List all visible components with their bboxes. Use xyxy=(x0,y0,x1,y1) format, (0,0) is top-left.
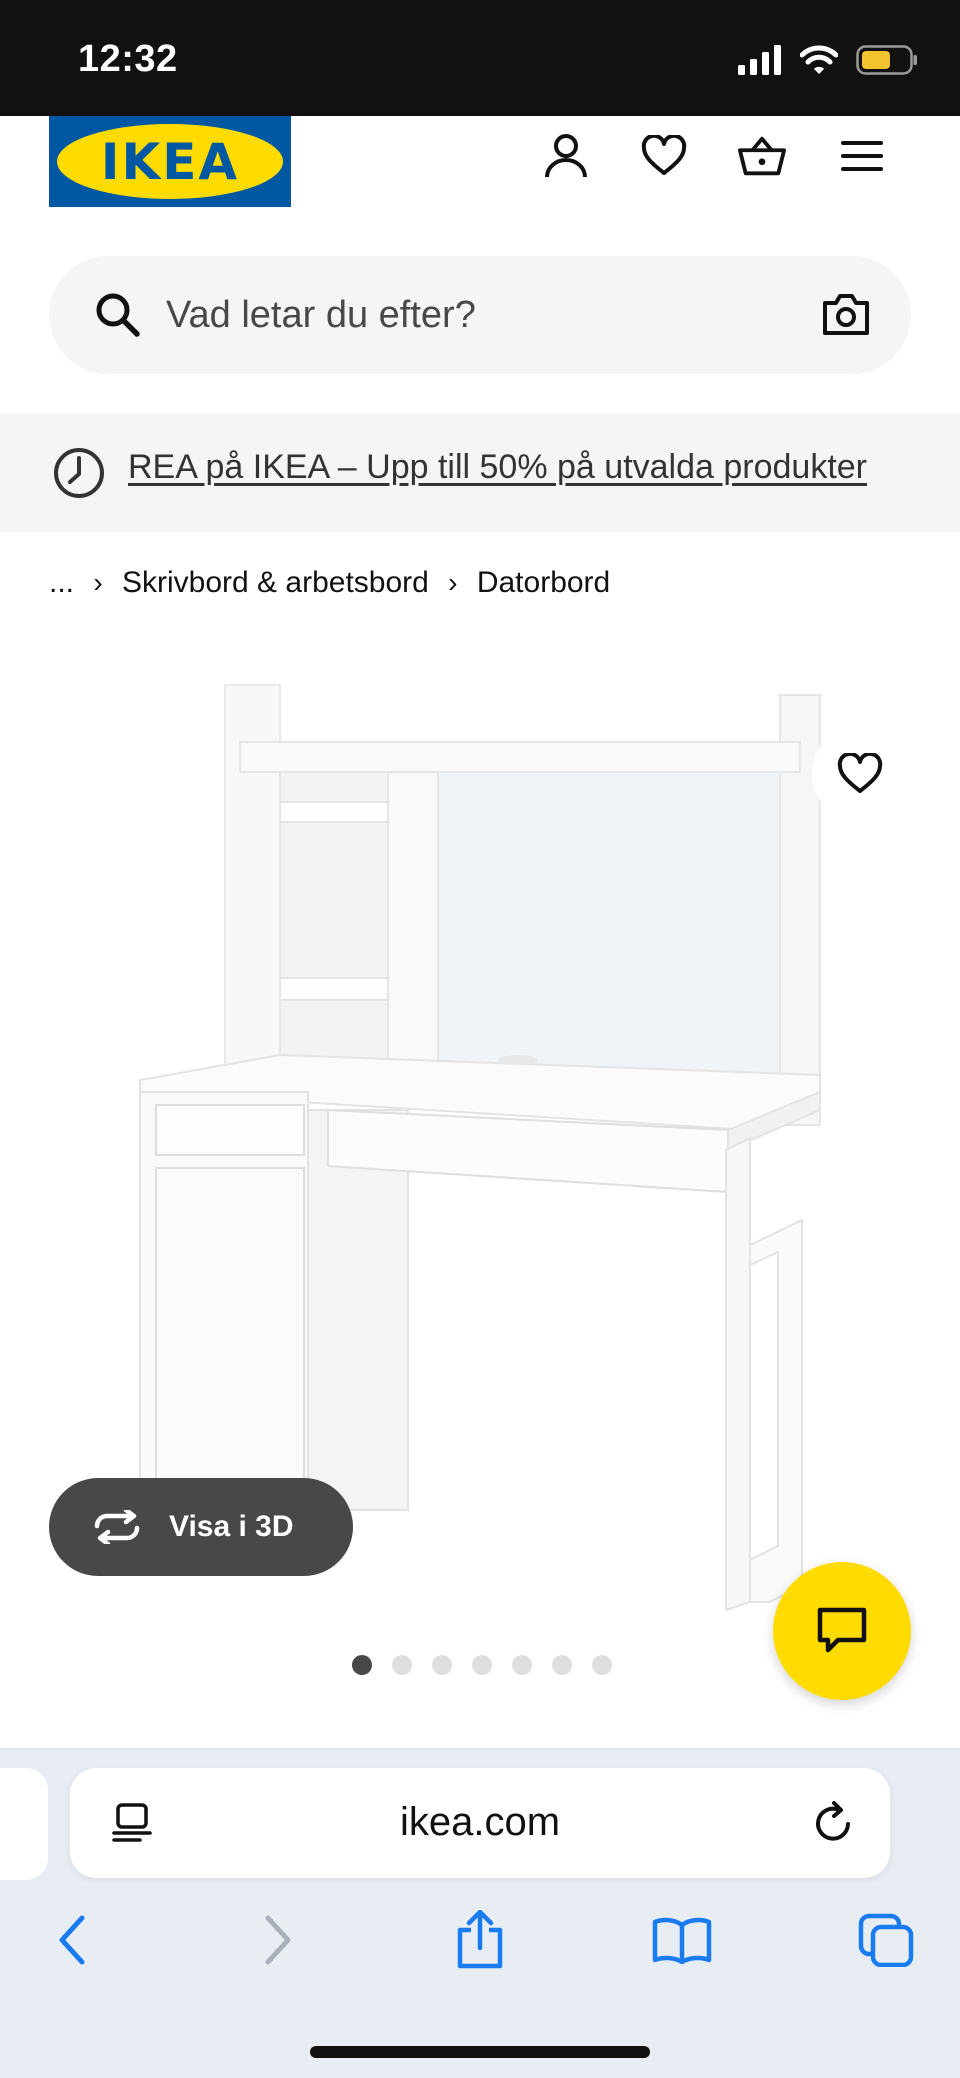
carousel-dot[interactable] xyxy=(392,1655,412,1675)
carousel-dot[interactable] xyxy=(352,1655,372,1675)
carousel-dot[interactable] xyxy=(472,1655,492,1675)
view-in-3d-button[interactable]: Visa i 3D xyxy=(49,1478,353,1576)
carousel-dot[interactable] xyxy=(512,1655,532,1675)
wifi-icon xyxy=(800,45,838,74)
profile-button[interactable] xyxy=(542,132,590,180)
promo-link[interactable]: REA på IKEA – Upp till 50% på utvalda pr… xyxy=(128,448,867,487)
carousel-dot[interactable] xyxy=(552,1655,572,1675)
hamburger-menu-icon xyxy=(841,141,883,171)
chevron-right-icon: › xyxy=(93,567,103,598)
carousel-dot[interactable] xyxy=(432,1655,452,1675)
breadcrumb-ellipsis[interactable]: ... xyxy=(49,566,74,600)
shopping-bag-button[interactable] xyxy=(738,132,786,180)
forward-button[interactable] xyxy=(248,1910,308,1970)
chevron-right-icon: › xyxy=(448,567,458,598)
status-icons xyxy=(738,42,918,78)
carousel-dot[interactable] xyxy=(592,1655,612,1675)
logo-text: IKEA xyxy=(100,132,240,191)
clock-icon xyxy=(54,448,104,498)
url-text: ikea.com xyxy=(399,1800,561,1844)
back-button[interactable] xyxy=(42,1910,102,1970)
search-input[interactable] xyxy=(166,288,726,342)
favourites-button[interactable] xyxy=(640,132,688,180)
reload-icon[interactable] xyxy=(810,1800,856,1846)
share-icon xyxy=(457,1910,503,1969)
basket-icon xyxy=(738,136,786,176)
chevron-left-icon xyxy=(59,1915,85,1965)
search-bar[interactable] xyxy=(49,256,911,374)
chevron-right-icon xyxy=(265,1915,291,1965)
breadcrumb-item-computer-desks[interactable]: Datorbord xyxy=(477,566,610,600)
previous-tab-preview[interactable] xyxy=(0,1768,48,1880)
product-favourite-button[interactable] xyxy=(812,726,908,822)
breadcrumb-item-desks[interactable]: Skrivbord & arbetsbord xyxy=(122,566,429,600)
share-button[interactable] xyxy=(450,1910,510,1970)
person-icon xyxy=(545,134,587,178)
logo-oval: IKEA xyxy=(57,124,283,199)
cellular-signal-icon xyxy=(738,45,781,75)
breadcrumb: ... › Skrivbord & arbetsbord › Datorbord xyxy=(49,563,610,603)
heart-icon xyxy=(641,135,687,175)
rotate-3d-icon xyxy=(94,1510,140,1544)
home-indicator[interactable] xyxy=(310,2046,650,2058)
view-in-3d-label: Visa i 3D xyxy=(169,1510,294,1543)
heart-icon xyxy=(837,753,883,793)
chat-button[interactable] xyxy=(773,1562,911,1700)
search-icon xyxy=(96,293,140,337)
tabs-icon xyxy=(858,1913,914,1967)
camera-icon[interactable] xyxy=(821,291,871,339)
tabs-button[interactable] xyxy=(856,1910,916,1970)
menu-button[interactable] xyxy=(838,132,886,180)
status-bar: 12:32 xyxy=(0,0,960,116)
ikea-logo[interactable]: IKEA xyxy=(49,116,291,207)
battery-icon xyxy=(856,45,917,75)
image-carousel-indicator xyxy=(352,1655,612,1675)
status-time: 12:32 xyxy=(78,38,178,80)
bookmarks-button[interactable] xyxy=(652,1910,712,1970)
chat-bubble-icon xyxy=(817,1607,867,1653)
address-bar[interactable]: ikea.com xyxy=(70,1768,890,1878)
open-book-icon xyxy=(652,1917,712,1965)
